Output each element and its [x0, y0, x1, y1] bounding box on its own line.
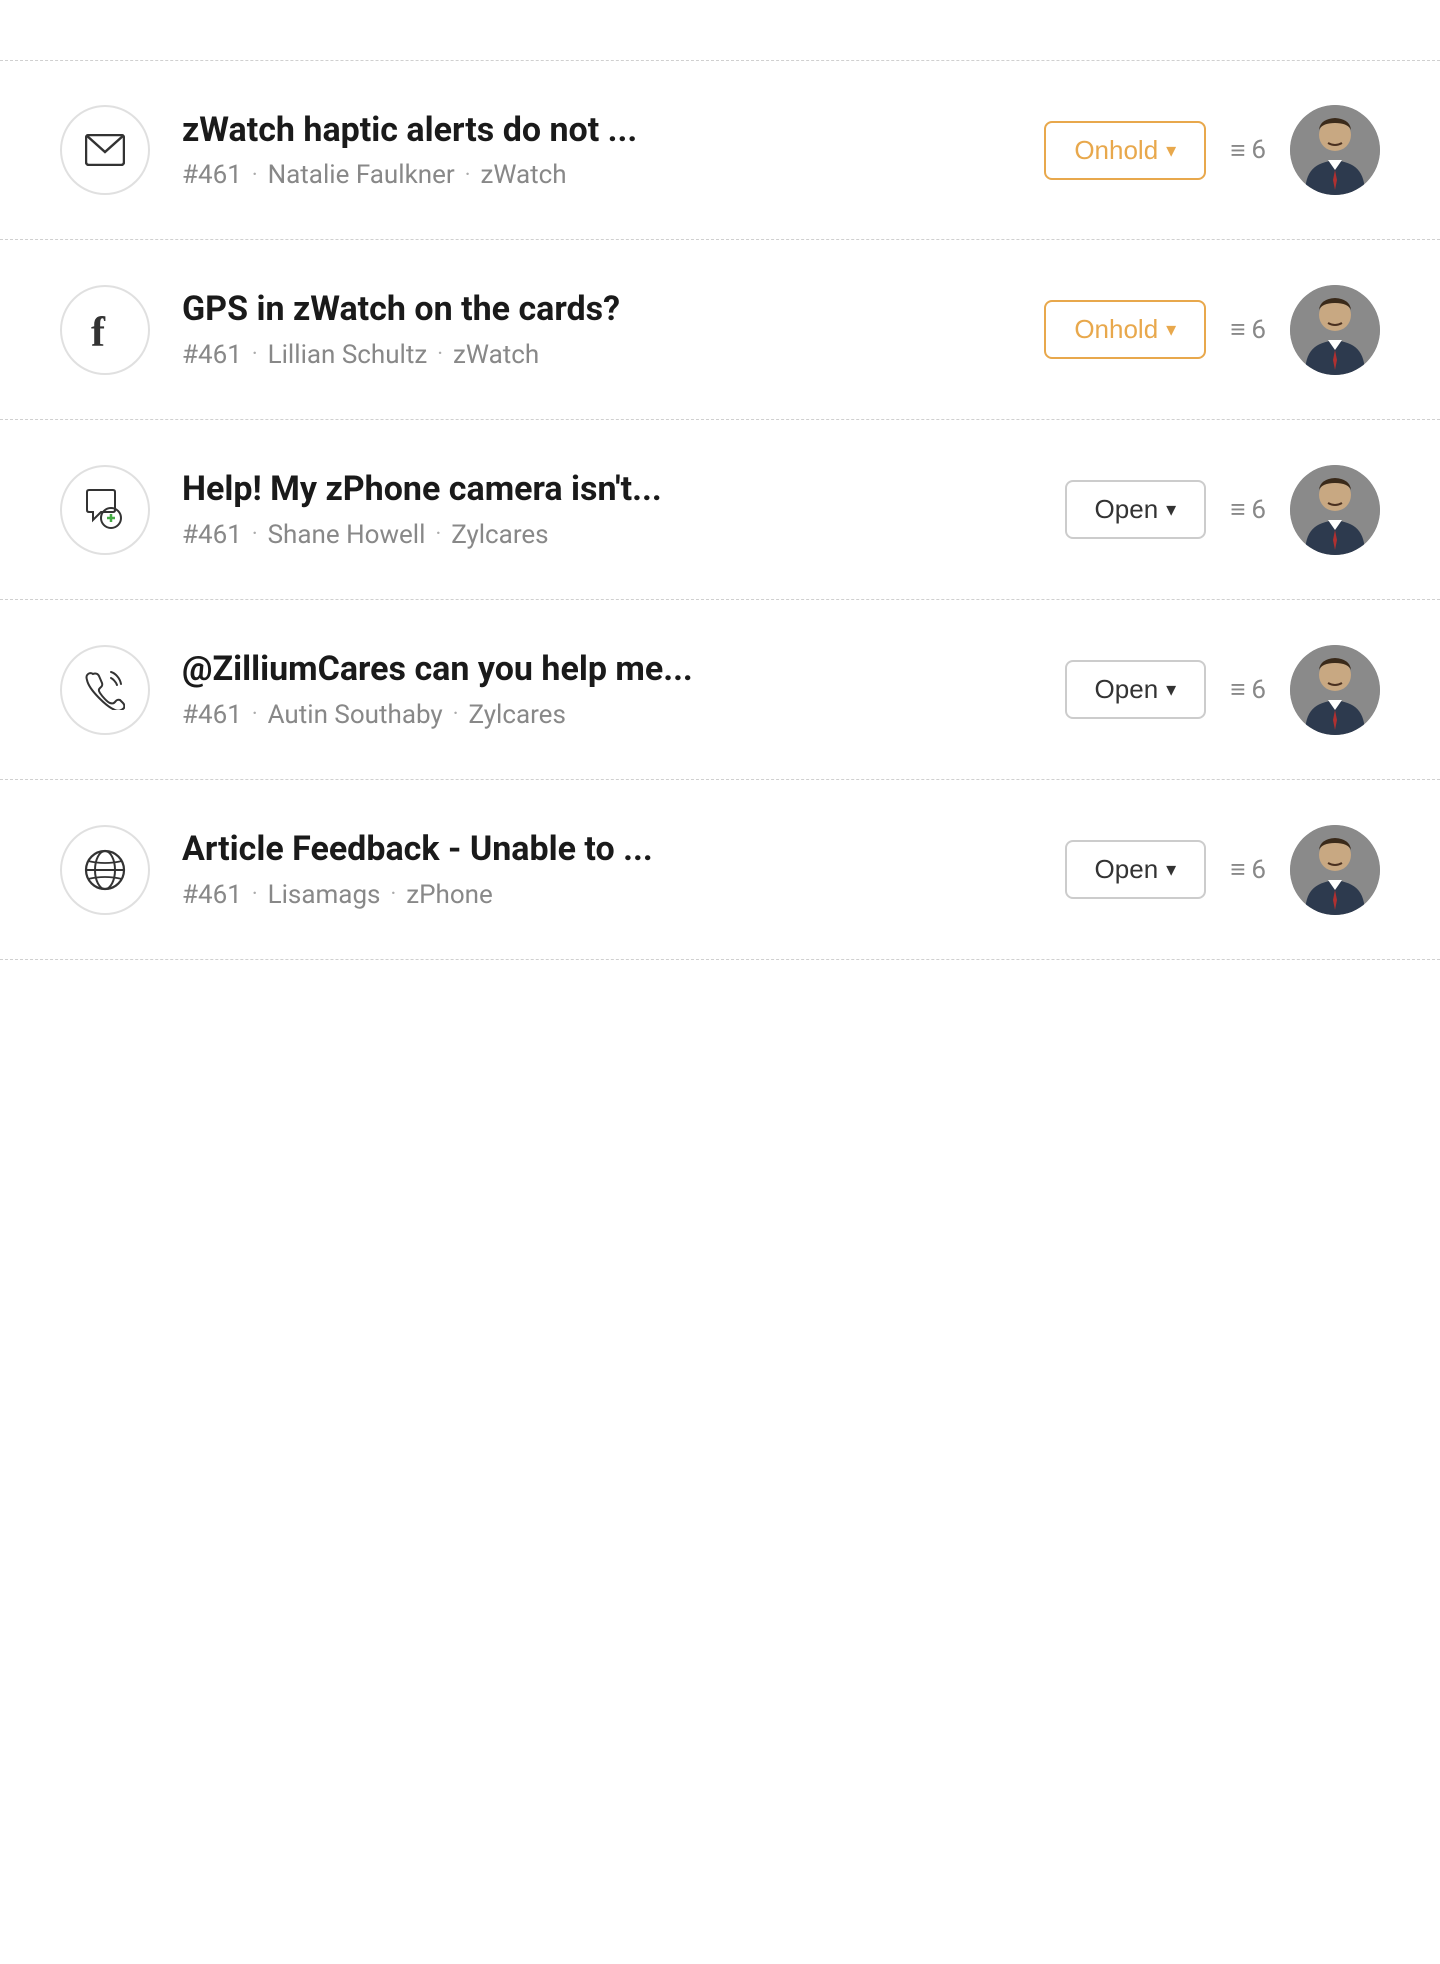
ticket-count: ≡ 6: [1230, 674, 1266, 705]
ticket-content: @ZilliumCares can you help me... #461 · …: [182, 649, 1033, 730]
status-dropdown[interactable]: Open ▾: [1065, 480, 1207, 539]
lines-icon: ≡: [1230, 314, 1245, 345]
dot-separator: ·: [465, 163, 471, 188]
ticket-item: Article Feedback - Unable to ... #461 · …: [0, 780, 1440, 960]
ticket-contact: Autin Southaby: [268, 700, 443, 730]
ticket-title: zWatch haptic alerts do not ...: [182, 110, 1012, 151]
dot-separator: ·: [252, 702, 258, 727]
ticket-count: ≡ 6: [1230, 135, 1266, 166]
ticket-title: Help! My zPhone camera isn't...: [182, 469, 1033, 510]
ticket-title: @ZilliumCares can you help me...: [182, 649, 1033, 690]
email-channel-icon: [60, 105, 150, 195]
count-value: 6: [1251, 315, 1266, 345]
ticket-count: ≡ 6: [1230, 494, 1266, 525]
ticket-count: ≡ 6: [1230, 854, 1266, 885]
lines-icon: ≡: [1230, 854, 1245, 885]
dot-separator: ·: [453, 702, 459, 727]
dropdown-arrow-icon: ▾: [1166, 857, 1176, 882]
agent-avatar: [1290, 645, 1380, 735]
ticket-content: Help! My zPhone camera isn't... #461 · S…: [182, 469, 1033, 550]
ticket-item: zWatch haptic alerts do not ... #461 · N…: [0, 60, 1440, 240]
status-dropdown[interactable]: Open ▾: [1065, 840, 1207, 899]
dot-separator: ·: [252, 342, 258, 367]
ticket-meta: #461 · Lisamags · zPhone: [182, 880, 1033, 910]
ticket-contact: Lisamags: [268, 880, 381, 910]
dropdown-arrow-icon: ▾: [1166, 677, 1176, 702]
ticket-actions: Open ▾ ≡ 6: [1065, 645, 1380, 735]
status-label: Open: [1095, 854, 1159, 885]
ticket-meta: #461 · Natalie Faulkner · zWatch: [182, 160, 1012, 190]
dot-separator: ·: [252, 882, 258, 907]
ticket-meta: #461 · Lillian Schultz · zWatch: [182, 340, 1012, 370]
ticket-actions: Onhold ▾ ≡ 6: [1044, 285, 1380, 375]
chat-channel-icon: [60, 465, 150, 555]
lines-icon: ≡: [1230, 135, 1245, 166]
ticket-item: Help! My zPhone camera isn't... #461 · S…: [0, 420, 1440, 600]
ticket-item: @ZilliumCares can you help me... #461 · …: [0, 600, 1440, 780]
ticket-contact: Natalie Faulkner: [268, 160, 455, 190]
agent-avatar: [1290, 285, 1380, 375]
facebook-channel-icon: f: [60, 285, 150, 375]
ticket-item: f GPS in zWatch on the cards? #461 · Lil…: [0, 240, 1440, 420]
ticket-contact: Shane Howell: [268, 520, 426, 550]
agent-avatar: [1290, 105, 1380, 195]
ticket-title: Article Feedback - Unable to ...: [182, 829, 1033, 870]
lines-icon: ≡: [1230, 494, 1245, 525]
count-value: 6: [1251, 135, 1266, 165]
agent-avatar: [1290, 465, 1380, 555]
ticket-number: #461: [182, 700, 242, 730]
ticket-product: zWatch: [480, 160, 566, 190]
status-dropdown[interactable]: Onhold ▾: [1044, 121, 1206, 180]
status-label: Onhold: [1074, 135, 1158, 166]
dot-separator: ·: [435, 522, 441, 547]
ticket-contact: Lillian Schultz: [268, 340, 428, 370]
status-dropdown[interactable]: Onhold ▾: [1044, 300, 1206, 359]
ticket-number: #461: [182, 520, 242, 550]
ticket-number: #461: [182, 880, 242, 910]
ticket-meta: #461 · Shane Howell · Zylcares: [182, 520, 1033, 550]
dropdown-arrow-icon: ▾: [1166, 497, 1176, 522]
ticket-content: zWatch haptic alerts do not ... #461 · N…: [182, 110, 1012, 191]
count-value: 6: [1251, 495, 1266, 525]
ticket-actions: Onhold ▾ ≡ 6: [1044, 105, 1380, 195]
svg-text:f: f: [91, 310, 106, 350]
status-label: Onhold: [1074, 314, 1158, 345]
web-channel-icon: [60, 825, 150, 915]
ticket-product: zWatch: [453, 340, 539, 370]
status-label: Open: [1095, 674, 1159, 705]
ticket-meta: #461 · Autin Southaby · Zylcares: [182, 700, 1033, 730]
dot-separator: ·: [252, 522, 258, 547]
count-value: 6: [1251, 855, 1266, 885]
ticket-actions: Open ▾ ≡ 6: [1065, 825, 1380, 915]
dot-separator: ·: [252, 163, 258, 188]
agent-avatar: [1290, 825, 1380, 915]
ticket-number: #461: [182, 340, 242, 370]
dot-separator: ·: [437, 342, 443, 367]
ticket-product: Zylcares: [451, 520, 548, 550]
dropdown-arrow-icon: ▾: [1166, 317, 1176, 342]
status-dropdown[interactable]: Open ▾: [1065, 660, 1207, 719]
ticket-product: Zylcares: [468, 700, 565, 730]
phone-channel-icon: [60, 645, 150, 735]
ticket-title: GPS in zWatch on the cards?: [182, 289, 1012, 330]
ticket-number: #461: [182, 160, 242, 190]
ticket-product: zPhone: [406, 880, 493, 910]
ticket-content: Article Feedback - Unable to ... #461 · …: [182, 829, 1033, 910]
dropdown-arrow-icon: ▾: [1166, 138, 1176, 163]
lines-icon: ≡: [1230, 674, 1245, 705]
dot-separator: ·: [390, 882, 396, 907]
count-value: 6: [1251, 675, 1266, 705]
ticket-list: zWatch haptic alerts do not ... #461 · N…: [0, 0, 1440, 1020]
status-label: Open: [1095, 494, 1159, 525]
ticket-count: ≡ 6: [1230, 314, 1266, 345]
ticket-content: GPS in zWatch on the cards? #461 · Lilli…: [182, 289, 1012, 370]
ticket-actions: Open ▾ ≡ 6: [1065, 465, 1380, 555]
